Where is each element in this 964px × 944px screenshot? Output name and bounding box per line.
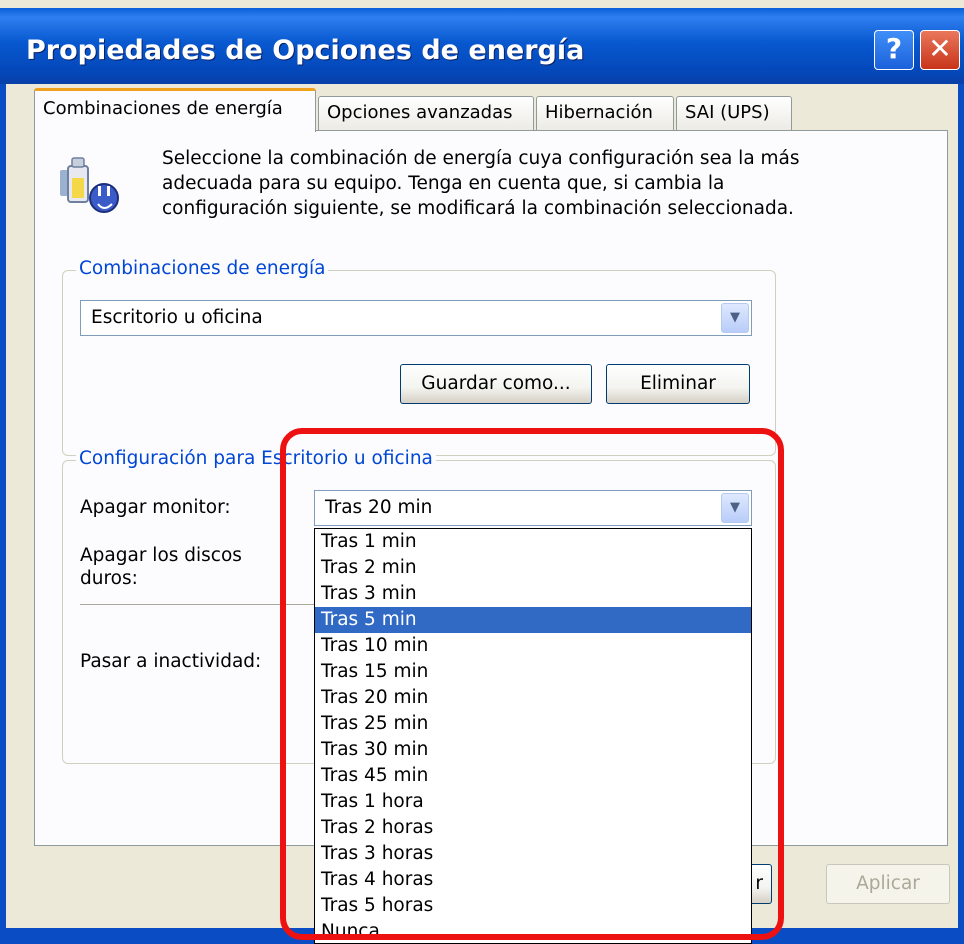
chevron-down-icon[interactable]: ▼ bbox=[721, 303, 749, 333]
dropdown-option[interactable]: Tras 5 horas bbox=[315, 893, 751, 919]
hard-disks-off-label: Apagar los discos duros: bbox=[80, 545, 242, 589]
dropdown-option[interactable]: Tras 25 min bbox=[315, 711, 751, 737]
window-title: Propiedades de Opciones de energía bbox=[26, 35, 585, 66]
tab-ups[interactable]: SAI (UPS) bbox=[676, 96, 792, 130]
standby-label: Pasar a inactividad: bbox=[80, 651, 262, 672]
dropdown-option[interactable]: Tras 3 horas bbox=[315, 841, 751, 867]
help-icon: ? bbox=[885, 32, 903, 65]
monitor-off-dropdown-list[interactable]: Tras 1 min Tras 2 min Tras 3 min Tras 5 min… bbox=[314, 528, 752, 944]
dropdown-option[interactable]: Tras 2 horas bbox=[315, 815, 751, 841]
dropdown-option[interactable]: Tras 1 hora bbox=[315, 789, 751, 815]
apply-button[interactable]: Aplicar bbox=[826, 864, 950, 904]
title-bar[interactable]: Propiedades de Opciones de energía ? ✕ bbox=[0, 8, 964, 84]
dropdown-option[interactable]: Tras 3 min bbox=[315, 581, 751, 607]
delete-button[interactable]: Eliminar bbox=[606, 364, 750, 404]
tab-advanced[interactable]: Opciones avanzadas bbox=[318, 96, 534, 130]
dropdown-option[interactable]: Tras 5 min bbox=[315, 607, 751, 633]
power-schemes-group-label: Combinaciones de energía bbox=[76, 258, 329, 280]
separator bbox=[80, 604, 314, 605]
dropdown-option[interactable]: Tras 1 min bbox=[315, 529, 751, 555]
dropdown-option[interactable]: Tras 4 horas bbox=[315, 867, 751, 893]
power-schemes-group bbox=[62, 270, 776, 456]
help-button[interactable]: ? bbox=[874, 30, 914, 70]
power-plug-icon bbox=[60, 157, 119, 213]
dropdown-option[interactable]: Tras 15 min bbox=[315, 659, 751, 685]
dropdown-option[interactable]: Tras 30 min bbox=[315, 737, 751, 763]
close-icon: ✕ bbox=[928, 32, 952, 65]
monitor-off-label: Apagar monitor: bbox=[80, 497, 231, 518]
power-scheme-select[interactable]: Escritorio u oficina ▼ bbox=[80, 300, 752, 336]
settings-group-label: Configuración para Escritorio u oficina bbox=[76, 448, 436, 470]
monitor-off-select[interactable]: Tras 20 min ▼ bbox=[314, 490, 752, 526]
dropdown-option[interactable]: Tras 20 min bbox=[315, 685, 751, 711]
chevron-down-icon[interactable]: ▼ bbox=[721, 493, 749, 523]
intro-description: Seleccione la combinación de energía cuy… bbox=[162, 148, 800, 219]
close-button[interactable]: ✕ bbox=[920, 30, 960, 70]
monitor-off-value: Tras 20 min bbox=[325, 497, 433, 518]
tab-power-schemes[interactable]: Combinaciones de energía bbox=[34, 88, 316, 132]
power-scheme-value: Escritorio u oficina bbox=[91, 307, 263, 328]
window-frame-left bbox=[0, 84, 6, 944]
window-frame-right bbox=[958, 84, 964, 944]
tab-hibernate[interactable]: Hibernación bbox=[536, 96, 674, 130]
dropdown-option[interactable]: Tras 10 min bbox=[315, 633, 751, 659]
dropdown-option[interactable]: Tras 45 min bbox=[315, 763, 751, 789]
dropdown-option[interactable]: Nunca bbox=[315, 919, 751, 943]
power-options-dialog: Propiedades de Opciones de energía ? ✕ C… bbox=[0, 0, 964, 944]
dropdown-option[interactable]: Tras 2 min bbox=[315, 555, 751, 581]
save-as-button[interactable]: Guardar como... bbox=[400, 364, 592, 404]
